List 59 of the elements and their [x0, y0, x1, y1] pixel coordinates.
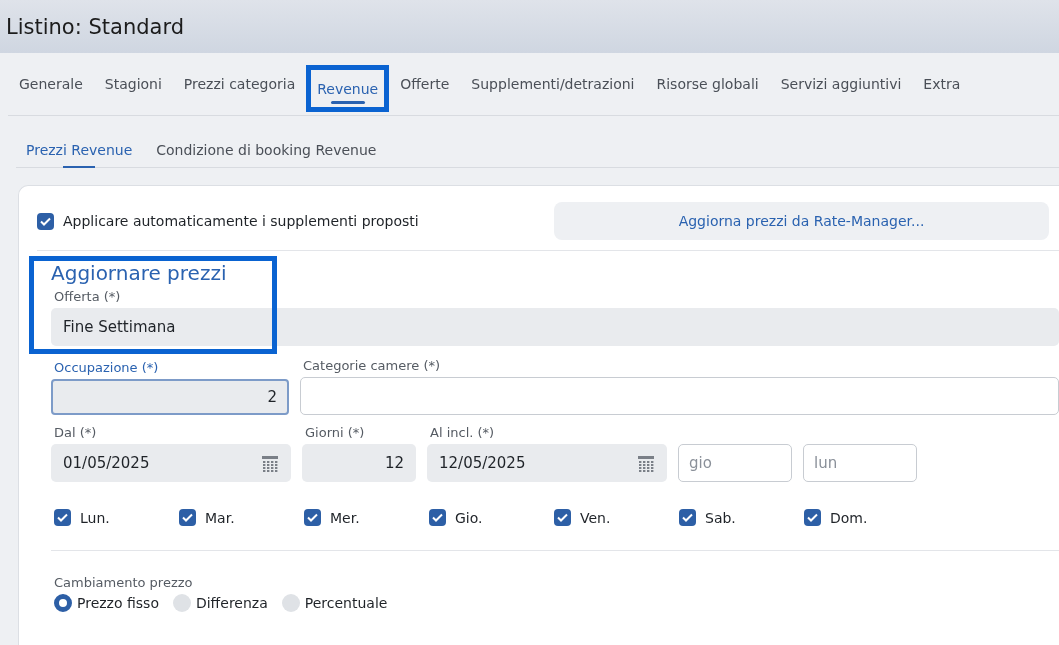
date-field[interactable]: 01/05/2025 [51, 444, 291, 482]
field-label: Giorni (*) [305, 425, 366, 440]
checkbox[interactable] [429, 509, 446, 526]
checkbox-label: Gio. [455, 509, 483, 526]
radio-label: Percentuale [304, 595, 388, 611]
field-label: Occupazione (*) [54, 360, 160, 375]
field-label: Al incl. (*) [430, 425, 496, 440]
room-categories-field[interactable] [300, 377, 1059, 415]
section-title: Aggiornare prezzi [51, 261, 228, 285]
checkmark-icon [57, 513, 68, 522]
checkbox[interactable] [554, 509, 571, 526]
tab[interactable]: Stagioni [93, 65, 173, 102]
checkmark-icon [432, 513, 443, 522]
field-label: Dal (*) [54, 425, 98, 440]
radio-button[interactable] [54, 594, 72, 612]
tab[interactable]: Servizi aggiuntivi [769, 65, 913, 102]
tab[interactable]: Prezzi Revenue [16, 132, 143, 167]
tab[interactable]: Condizione di booking Revenue [146, 132, 387, 167]
tab[interactable]: Extra [912, 65, 972, 102]
checkbox-label: Sab. [705, 509, 736, 526]
checkmark-icon [807, 513, 818, 522]
checkmark-icon [40, 216, 51, 226]
checkbox-label: Ven. [580, 509, 611, 526]
rate-manager-button[interactable]: Aggiorna prezzi da Rate-Manager... [554, 202, 1049, 240]
field-label: Cambiamento prezzo [54, 575, 194, 590]
tab[interactable]: Supplementi/detrazioni [460, 65, 646, 102]
checkmark-icon [682, 513, 693, 522]
days-field[interactable]: 12 [302, 444, 416, 482]
calendar-icon[interactable] [637, 454, 655, 472]
checkbox[interactable] [54, 509, 71, 526]
checkbox[interactable] [304, 509, 321, 526]
checkbox-label: Lun. [80, 509, 110, 526]
radio-button[interactable] [172, 594, 191, 612]
radio-label: Prezzo fisso [77, 595, 159, 611]
tab[interactable]: Offerte [389, 65, 461, 102]
window-title: Listino: Standard [0, 0, 1059, 53]
radio-button[interactable] [281, 594, 300, 612]
field-label: Categorie camere (*) [303, 358, 442, 373]
date-field[interactable]: 12/05/2025 [427, 444, 667, 482]
tab[interactable]: Prezzi categoria [172, 65, 307, 102]
checkbox-label: Dom. [830, 509, 868, 526]
checkbox-label: Mar. [205, 509, 235, 526]
checkbox[interactable] [37, 212, 54, 230]
checkbox[interactable] [804, 509, 821, 526]
checkmark-icon [557, 513, 568, 522]
radio-label: Differenza [195, 595, 268, 611]
tab[interactable]: Risorse globali [645, 65, 770, 102]
offer-field[interactable]: Fine Settimana [51, 308, 1059, 346]
field-label: Offerta (*) [54, 289, 122, 304]
tab[interactable]: Generale [8, 65, 94, 102]
checkmark-icon [307, 513, 318, 522]
checkbox[interactable] [179, 509, 196, 526]
tab[interactable]: Revenue [306, 65, 390, 112]
checkmark-icon [182, 513, 193, 522]
checkbox[interactable] [679, 509, 696, 526]
occupancy-field[interactable]: 2 [51, 379, 289, 415]
checkbox-label: Mer. [330, 509, 360, 526]
checkbox-label: Applicare automaticamente i supplementi proposti [63, 213, 419, 229]
calendar-icon[interactable] [261, 454, 279, 472]
